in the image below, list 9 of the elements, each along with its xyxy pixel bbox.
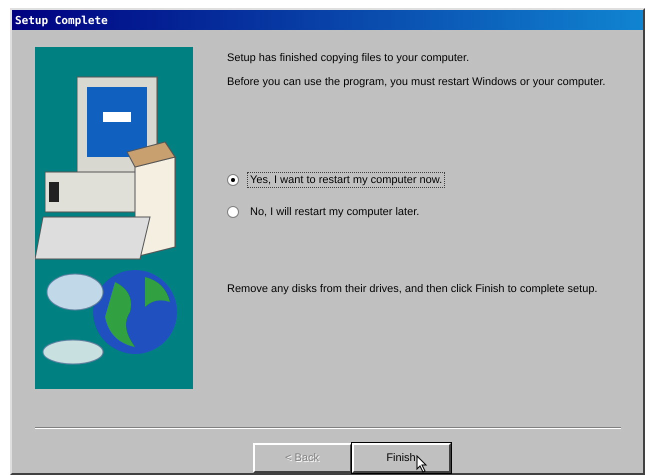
cursor-icon <box>416 455 428 473</box>
message-text: Before you can use the program, you must restart Windows or your computer. <box>227 75 606 89</box>
radio-button[interactable] <box>227 206 239 218</box>
message-text: Setup has finished copying files to your computer. <box>227 51 470 65</box>
restart-option[interactable]: No, I will restart my computer later. <box>227 204 621 220</box>
window-title: Setup Complete <box>12 10 643 30</box>
instruction-text: Remove any disks from their drives, and then click Finish to complete setup. <box>227 282 598 296</box>
finish-button[interactable]: Finish <box>352 443 450 473</box>
radio-button[interactable] <box>227 174 239 186</box>
